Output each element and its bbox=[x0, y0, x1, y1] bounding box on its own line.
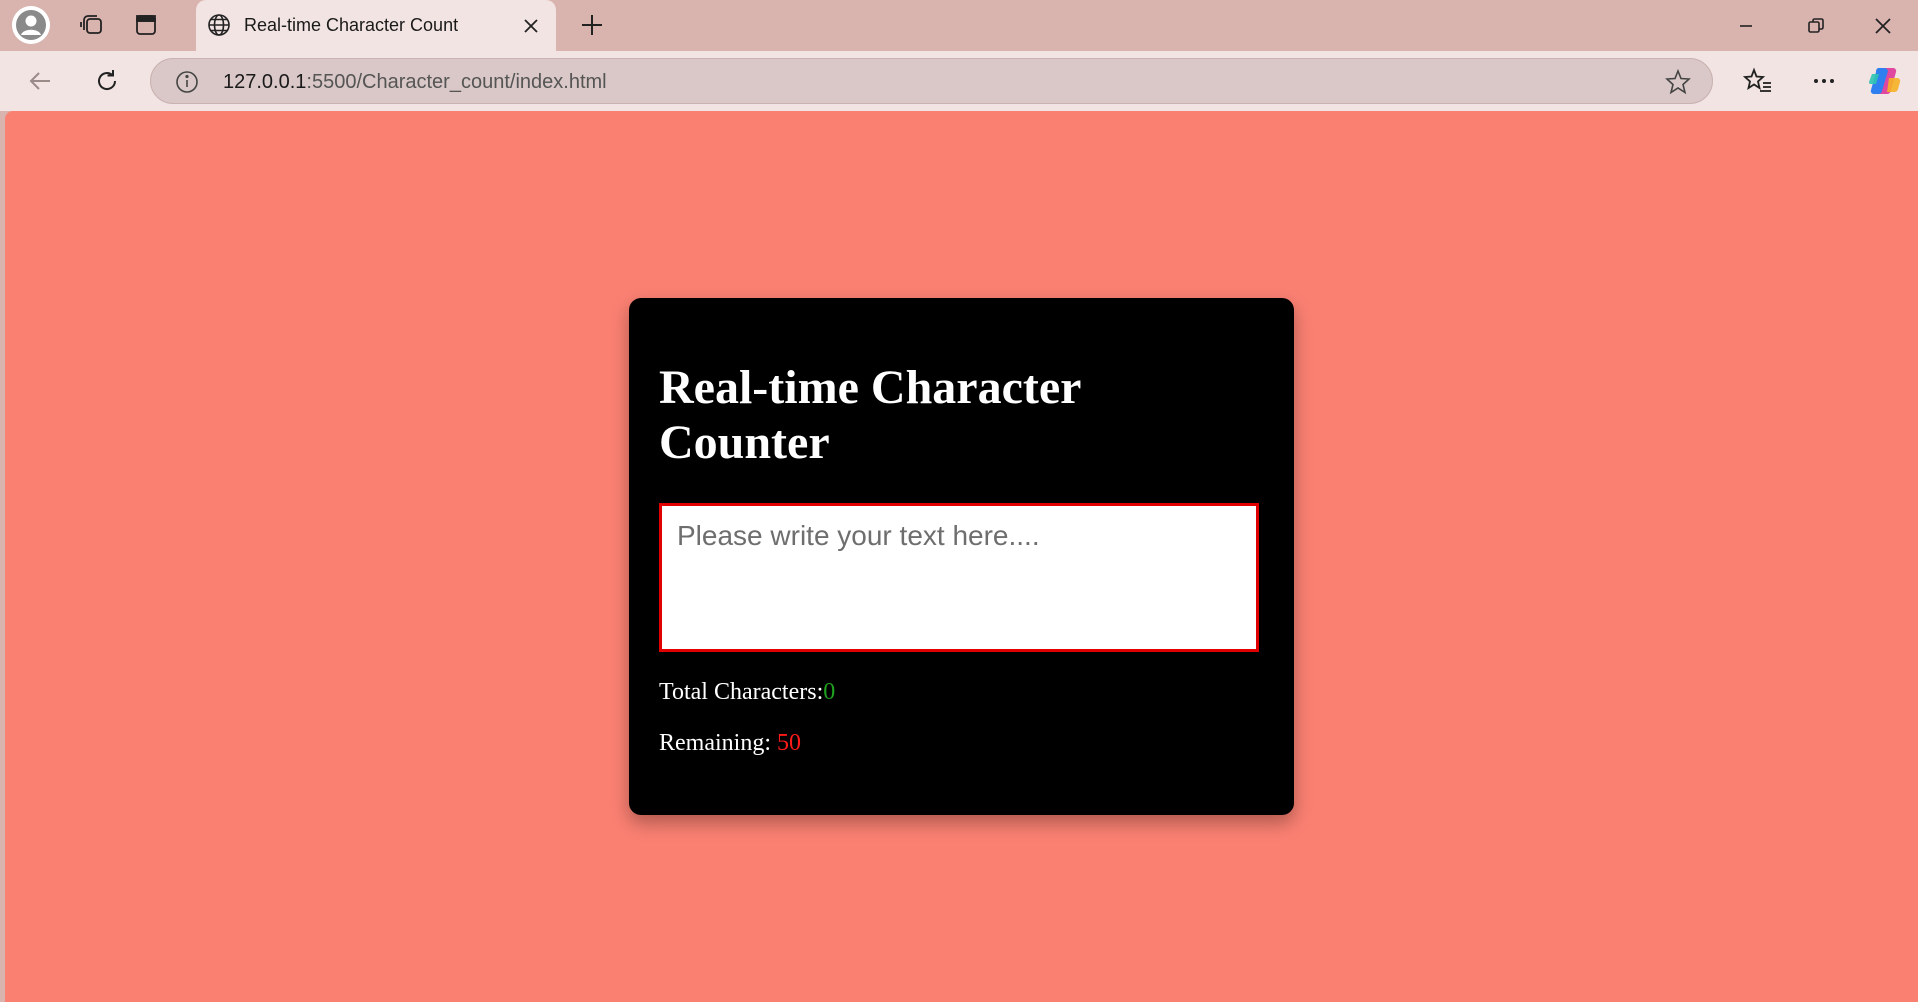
tab-title: Real-time Character Count bbox=[244, 15, 459, 35]
active-tab[interactable]: Real-time Character Count bbox=[196, 0, 556, 51]
back-arrow-icon[interactable] bbox=[18, 61, 62, 101]
plus-icon[interactable] bbox=[572, 6, 612, 44]
refresh-icon[interactable] bbox=[85, 61, 129, 101]
text-input[interactable] bbox=[659, 503, 1259, 652]
remaining-value: 50 bbox=[776, 730, 801, 756]
remaining-characters: Remaining: 50 bbox=[659, 730, 801, 757]
total-characters-label: Total Characters: bbox=[659, 679, 824, 705]
address-url[interactable]: 127.0.0.1:5500/Character_count/index.htm… bbox=[223, 71, 607, 94]
profile-icon[interactable] bbox=[12, 6, 50, 44]
favorites-icon[interactable] bbox=[1736, 61, 1780, 101]
address-bar[interactable]: 127.0.0.1:5500/Character_count/index.htm… bbox=[150, 58, 1713, 104]
info-icon[interactable] bbox=[173, 68, 201, 96]
tab-actions-icon[interactable] bbox=[126, 6, 166, 44]
globe-icon bbox=[206, 12, 232, 38]
total-characters-value: 0 bbox=[823, 679, 836, 705]
page-title: Real-time Character Counter bbox=[659, 361, 1081, 469]
more-icon[interactable] bbox=[1802, 61, 1846, 101]
copilot-icon[interactable] bbox=[1864, 61, 1908, 101]
minimize-icon[interactable] bbox=[1711, 0, 1781, 51]
title-bar: Real-time Character Count bbox=[0, 0, 1918, 51]
address-host: 127.0.0.1 bbox=[223, 71, 307, 93]
browser-toolbar: 127.0.0.1:5500/Character_count/index.htm… bbox=[0, 51, 1918, 111]
total-characters: Total Characters:0 bbox=[659, 679, 835, 706]
close-icon[interactable] bbox=[518, 13, 544, 39]
page-viewport: Real-time Character Counter Total Charac… bbox=[5, 111, 1918, 1002]
remaining-label: Remaining: bbox=[659, 730, 777, 756]
workspaces-icon[interactable] bbox=[72, 6, 112, 44]
address-path: :5500/Character_count/index.html bbox=[306, 71, 607, 93]
restore-icon[interactable] bbox=[1781, 0, 1851, 51]
star-icon[interactable] bbox=[1664, 68, 1692, 96]
window-close-icon[interactable] bbox=[1848, 0, 1918, 51]
counter-card: Real-time Character Counter Total Charac… bbox=[629, 298, 1294, 815]
